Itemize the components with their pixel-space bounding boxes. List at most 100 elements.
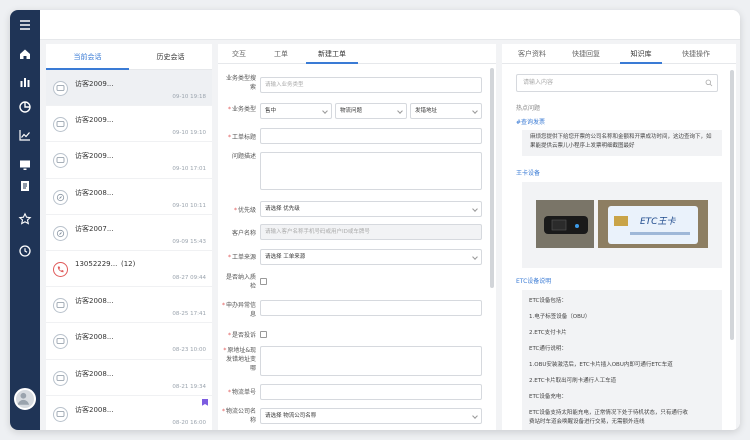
tab-history-sessions[interactable]: 历史会话 xyxy=(129,44,212,70)
ticket-form-panel: 交互 工单 新建工单 业务类型搜索 请输入业务类型 *业务类型 售中 物流问题 … xyxy=(218,44,496,430)
avatar[interactable] xyxy=(14,388,36,410)
complaint-checkbox[interactable] xyxy=(260,331,267,338)
field-label: *优先级 xyxy=(233,207,256,214)
chat-icon xyxy=(53,153,68,169)
form-tabs: 交互 工单 新建工单 xyxy=(218,44,496,64)
session-item[interactable]: 访客2008... 09-10 10:11 xyxy=(46,179,212,215)
etc-info-line: ETC设备充电： xyxy=(529,394,567,400)
field-label: *工单标题 xyxy=(227,134,256,141)
menu-icon[interactable] xyxy=(18,18,32,32)
address-textarea[interactable] xyxy=(260,346,482,376)
session-time: 09-10 10:11 xyxy=(172,202,206,209)
star-icon[interactable] xyxy=(18,212,32,226)
session-tabs: 当前会话 历史会话 xyxy=(46,44,212,70)
abnormal-info-input[interactable] xyxy=(260,300,482,316)
quality-check-checkbox[interactable] xyxy=(260,278,267,285)
chat-icon xyxy=(53,334,68,350)
field-label: *物流单号 xyxy=(227,389,256,396)
session-name: 访客2008... xyxy=(75,369,114,378)
tab-new-ticket[interactable]: 新建工单 xyxy=(306,44,358,64)
session-time: 08-25 17:41 xyxy=(172,311,206,318)
document-icon[interactable] xyxy=(18,179,32,193)
compass-icon xyxy=(53,225,68,241)
tab-current-sessions[interactable]: 当前会话 xyxy=(46,44,129,70)
customer-name-input[interactable]: 请输入客户名称手机号码或用户ID或车牌号 xyxy=(260,224,482,240)
field-label: 问题描述 xyxy=(231,153,256,160)
logistics-number-input[interactable] xyxy=(260,384,482,400)
session-item[interactable]: 访客2008... 08-23 10:00 xyxy=(46,323,212,360)
knowledge-scrollbar[interactable] xyxy=(730,70,734,340)
description-textarea[interactable] xyxy=(260,152,482,190)
field-label: 是否纳入质检 xyxy=(225,274,256,290)
form-scrollbar[interactable] xyxy=(490,68,494,288)
etc-card-logo: ETC王卡 xyxy=(640,216,676,227)
etc-device-image: ETC王卡 xyxy=(522,182,722,268)
session-list-panel: 当前会话 历史会话 访客2009... 09-10 19:18 访客2009..… xyxy=(46,44,212,430)
biz-type-level1-select[interactable]: 售中 xyxy=(260,103,332,119)
field-label: *是否投诉 xyxy=(227,332,256,339)
tab-tickets[interactable]: 工单 xyxy=(266,44,296,64)
biz-type-level3-select[interactable]: 发错地址 xyxy=(410,103,482,119)
session-item[interactable]: 访客2009... 09-10 17:01 xyxy=(46,142,212,179)
sidebar xyxy=(10,10,40,430)
home-icon[interactable] xyxy=(18,47,32,61)
session-item[interactable]: 访客2008... 08-21 19:34 xyxy=(46,360,212,396)
field-label: *业务类型 xyxy=(227,106,256,113)
tab-quick-reply[interactable]: 快捷回复 xyxy=(560,44,612,64)
bookmark-icon xyxy=(202,398,208,406)
field-label: *申办异常信息 xyxy=(222,302,257,318)
session-time: 08-27 09:44 xyxy=(172,274,206,281)
question-link[interactable]: #查询发票 xyxy=(516,117,545,126)
session-item[interactable]: 访客2008... 08-25 17:41 xyxy=(46,287,212,324)
field-label: *工单来源 xyxy=(227,254,256,261)
chat-icon xyxy=(53,298,68,314)
ticket-source-select[interactable]: 请选择 工单来源 xyxy=(260,249,482,265)
session-name: 访客2009... xyxy=(75,80,114,88)
bar-chart-icon[interactable] xyxy=(18,75,32,89)
session-time: 08-21 19:34 xyxy=(172,383,206,390)
session-name: 访客2009... xyxy=(75,152,114,161)
etc-info-line: 2.ETC卡片取出可刷卡通行人工车道 xyxy=(529,378,617,384)
answer-card: 麻烦您提供下给您开票的公司名称和金额和开票成功时间，这边查询下，如果能提供云票儿… xyxy=(522,130,722,156)
biz-type-search-input[interactable]: 请输入业务类型 xyxy=(260,77,482,93)
etc-info-line: 1.OBU安装激活后，ETC卡片插入OBU内即可通行ETC车道 xyxy=(529,362,673,368)
pie-chart-icon[interactable] xyxy=(18,100,32,114)
session-name: 13052229... xyxy=(75,259,118,268)
question-link[interactable]: ETC设备说明 xyxy=(516,276,551,285)
history-icon[interactable] xyxy=(18,244,32,258)
field-label: 业务类型搜索 xyxy=(225,75,256,91)
session-item[interactable]: 访客2008... 08-20 16:00 xyxy=(46,396,212,430)
logistics-company-select[interactable]: 请选择 物流公司名称 xyxy=(260,408,482,424)
session-name: 访客2009... xyxy=(75,116,114,125)
tab-knowledge-base[interactable]: 知识库 xyxy=(620,44,662,64)
right-tabs: 客户资料 快捷回复 知识库 快捷操作 xyxy=(502,44,736,64)
compass-icon xyxy=(53,189,68,205)
session-item[interactable]: 访客2009... 09-10 19:18 xyxy=(46,70,212,107)
main-content: 当前会话 历史会话 访客2009... 09-10 19:18 访客2009..… xyxy=(40,40,740,430)
chat-icon xyxy=(53,370,68,386)
top-bar xyxy=(40,10,740,40)
tab-customer-info[interactable]: 客户资料 xyxy=(506,44,558,64)
session-item[interactable]: 13052229... (12) 08-27 09:44 xyxy=(46,251,212,288)
session-name: 访客2008... xyxy=(75,188,114,197)
session-item[interactable]: 访客2009... 09-10 19:10 xyxy=(46,106,212,143)
etc-info-line: 费站时车道会唤醒设备进行交易，无需额外连线 xyxy=(529,419,645,425)
etc-info-line: 1.电子标签设备（OBU） xyxy=(529,314,591,320)
session-time: 09-09 15:43 xyxy=(172,238,206,245)
field-label: 客户名称 xyxy=(231,230,256,237)
biz-type-level2-select[interactable]: 物流问题 xyxy=(335,103,407,119)
field-label: *原地址&现发错地址变哪 xyxy=(223,347,256,372)
ticket-title-input[interactable] xyxy=(260,128,482,144)
line-chart-icon[interactable] xyxy=(18,128,32,142)
monitor-icon[interactable] xyxy=(18,158,32,172)
image-card: ETC王卡 xyxy=(522,182,722,268)
chat-icon xyxy=(53,81,68,96)
tab-quick-actions[interactable]: 快捷操作 xyxy=(670,44,722,64)
session-item[interactable]: 访客2007... 09-09 15:43 xyxy=(46,215,212,251)
knowledge-search-input[interactable]: 请输入内容 xyxy=(516,74,718,92)
priority-select[interactable]: 请选择 优先级 xyxy=(260,201,482,217)
knowledge-panel: 客户资料 快捷回复 知识库 快捷操作 请输入内容 热点问题 #查询发票 麻烦您提… xyxy=(502,44,736,430)
session-time: 09-10 17:01 xyxy=(172,166,206,173)
question-link[interactable]: 王卡设备 xyxy=(516,168,540,177)
tab-interaction[interactable]: 交互 xyxy=(224,44,254,64)
